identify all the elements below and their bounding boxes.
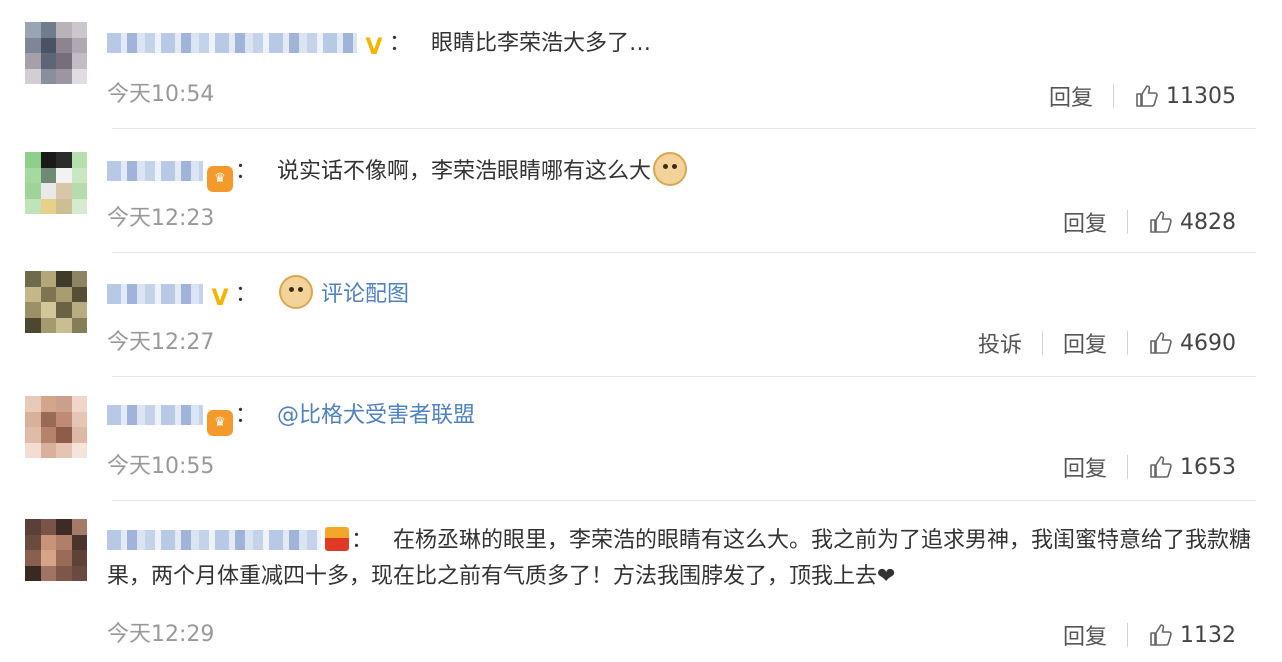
comment-item: ♛： 说实话不像啊，李荣浩眼睛哪有这么大 今天12:23 回复 4828 [0,129,1282,252]
like-count: 4690 [1180,330,1236,356]
thumbs-up-icon [1150,624,1172,646]
doge-emoji-icon [653,152,688,186]
comment-item: V： 眼睛比李荣浩大多了… 今天10:54 回复 11305 [0,0,1282,128]
heart-icon: ❤ [877,564,896,589]
crown-member-icon: ♛ [207,166,233,192]
timestamp: 今天10:54 [107,82,215,107]
reply-button[interactable]: 回复 [1049,80,1093,112]
comment-image-link[interactable]: 评论配图 [321,282,409,307]
like-button[interactable]: 1132 [1148,622,1236,648]
thumbs-up-icon [1136,85,1158,107]
username-blurred[interactable] [107,33,357,53]
username-blurred[interactable] [107,161,203,181]
reply-button[interactable]: 回复 [1063,327,1107,359]
action-divider [1127,623,1128,647]
action-divider [1127,331,1128,355]
like-button[interactable]: 4828 [1148,209,1236,235]
colon: ： [389,31,412,56]
colon: ： [235,403,258,428]
avatar[interactable] [25,271,87,333]
doge-emoji-icon [279,275,314,309]
comment-item: V： 评论配图 今天12:27 投诉 回复 4690 [0,253,1282,376]
avatar[interactable] [25,152,87,214]
timestamp: 今天12:23 [107,206,215,231]
username-blurred[interactable] [107,284,203,304]
like-count: 1132 [1180,622,1236,648]
comment-actions: 回复 11305 [1049,80,1236,112]
like-button[interactable]: 4690 [1148,330,1236,356]
action-divider [1127,210,1128,234]
comment-actions: 投诉 回复 4690 [978,327,1236,359]
like-button[interactable]: 11305 [1134,83,1236,109]
mention-link[interactable]: @比格犬受害者联盟 [277,403,475,428]
reply-button[interactable]: 回复 [1063,206,1107,238]
like-count: 11305 [1166,83,1236,109]
verified-v-icon: V [365,35,383,60]
comment-actions: 回复 4828 [1063,206,1236,238]
avatar[interactable] [25,519,87,581]
thumbs-up-icon [1150,332,1172,354]
action-divider [1041,331,1043,355]
action-divider [1127,455,1128,479]
comment-body: ♛： @比格犬受害者联盟 [107,398,1252,436]
thumbs-up-icon [1150,456,1172,478]
colon: ： [235,282,258,307]
comment-text: 说实话不像啊，李荣浩眼睛哪有这么大 [277,159,652,184]
thumbs-up-icon [1150,211,1172,233]
comment-body: ♛： 说实话不像啊，李荣浩眼睛哪有这么大 [107,152,1252,192]
reply-button[interactable]: 回复 [1063,451,1107,483]
avatar[interactable] [25,396,87,458]
username-blurred[interactable] [107,405,203,425]
comment-item: ♛： @比格犬受害者联盟 今天10:55 回复 1653 [0,377,1282,500]
flag-member-icon [325,527,349,551]
comment-list: V：眼睛比李荣浩大多了… 今天10:54 回复 11305 ♛：说实话不像啊，李… [0,0,1282,662]
colon: ： [235,159,258,184]
verified-v-icon: V [211,286,229,311]
action-divider [1113,84,1114,108]
like-count: 1653 [1180,454,1236,480]
timestamp: 今天12:27 [107,330,215,355]
comment-body: V： 眼睛比李荣浩大多了… [107,26,1252,62]
comment-actions: 回复 1653 [1063,451,1236,483]
report-button[interactable]: 投诉 [978,327,1022,359]
timestamp: 今天12:29 [107,622,215,647]
like-count: 4828 [1180,209,1236,235]
username-blurred[interactable] [107,530,321,550]
timestamp: 今天10:55 [107,454,215,479]
comment-body: ：在杨丞琳的眼里，李荣浩的眼睛有这么大。我之前为了追求男神，我闺蜜特意给了我款糖… [107,523,1252,595]
crown-member-icon: ♛ [207,410,233,436]
reply-button[interactable]: 回复 [1063,619,1107,651]
colon: ： [351,528,374,553]
avatar[interactable] [25,22,87,84]
comment-text: 眼睛比李荣浩大多了… [431,31,652,56]
comment-actions: 回复 1132 [1063,619,1236,651]
comment-body: V： 评论配图 [107,275,1252,313]
like-button[interactable]: 1653 [1148,454,1236,480]
comment-item: ：在杨丞琳的眼里，李荣浩的眼睛有这么大。我之前为了追求男神，我闺蜜特意给了我款糖… [0,501,1282,662]
